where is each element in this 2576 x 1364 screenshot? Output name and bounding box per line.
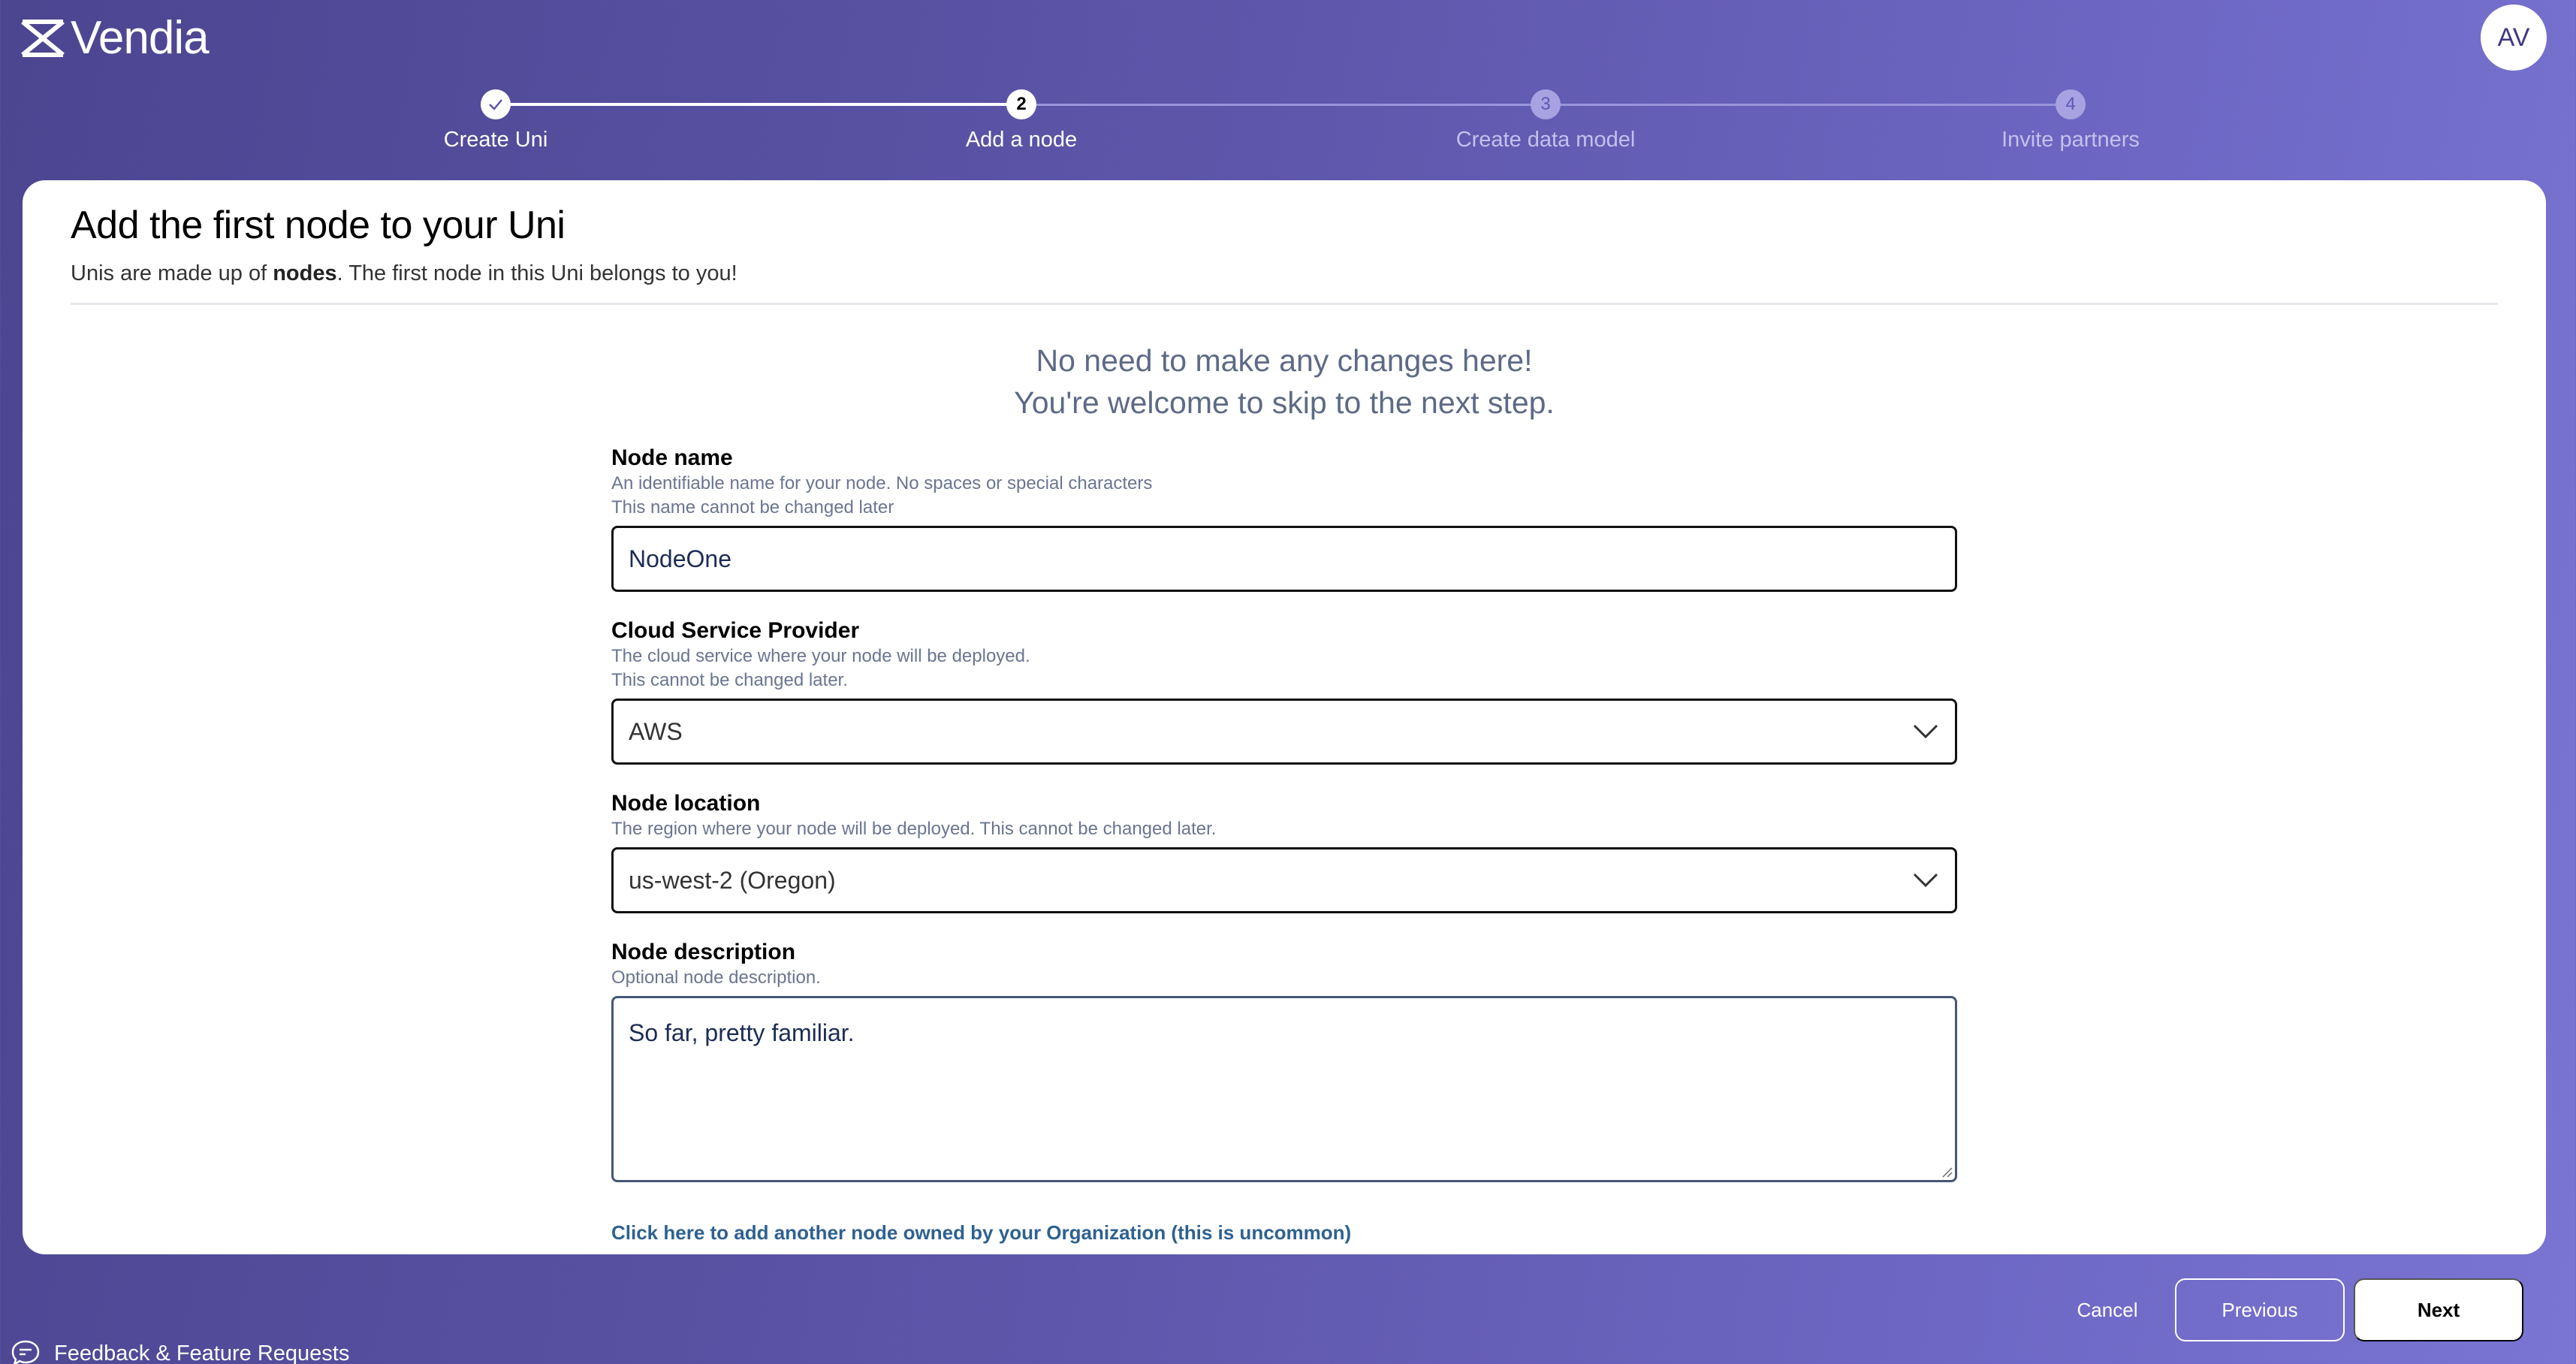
step-connector-complete: [496, 103, 1021, 106]
notice-line-2: You're welcome to skip to the next step.: [1014, 385, 1555, 420]
resize-handle-icon[interactable]: [1941, 1166, 1953, 1178]
main-card: Add the first node to your Uni Unis are …: [23, 180, 2546, 1254]
cloud-provider-select[interactable]: AWS: [611, 699, 1957, 765]
step-3-indicator: 3: [1531, 89, 1561, 119]
step-2-indicator: 2: [1006, 89, 1036, 119]
chat-bubble-icon: [11, 1340, 40, 1364]
add-another-node-link[interactable]: Click here to add another node owned by …: [611, 1221, 1351, 1245]
step-connector-pending: [1546, 104, 2071, 106]
node-location-value: us-west-2 (Oregon): [629, 866, 836, 894]
chevron-down-icon: [1913, 873, 1938, 888]
page-subtitle: Unis are made up of nodes. The first nod…: [71, 261, 738, 286]
check-icon: [489, 99, 502, 110]
node-location-field: Node location The region where your node…: [611, 790, 1957, 913]
node-description-textarea[interactable]: So far, pretty familiar.: [611, 996, 1957, 1182]
node-name-label: Node name: [611, 445, 733, 470]
page-title: Add the first node to your Uni: [71, 204, 566, 247]
previous-button[interactable]: Previous: [2175, 1278, 2345, 1341]
node-name-input[interactable]: NodeOne: [611, 526, 1957, 592]
step-4-label: Invite partners: [2001, 128, 2140, 152]
step-1-label: Create Uni: [443, 128, 548, 152]
node-description-value: So far, pretty familiar.: [629, 1019, 855, 1046]
node-name-field: Node name An identifiable name for your …: [611, 445, 1957, 592]
cancel-button[interactable]: Cancel: [2077, 1278, 2138, 1341]
node-description-field: Node description Optional node descripti…: [611, 939, 1957, 1182]
notice-line-1: No need to make any changes here!: [1036, 343, 1533, 378]
feedback-link[interactable]: Feedback & Feature Requests: [11, 1338, 349, 1364]
node-location-help: The region where your node will be deplo…: [611, 819, 1217, 839]
feedback-label: Feedback & Feature Requests: [54, 1341, 350, 1364]
node-location-label: Node location: [611, 791, 761, 816]
node-location-select[interactable]: us-west-2 (Oregon): [611, 847, 1957, 913]
subtitle-suffix: . The first node in this Uni belongs to …: [336, 261, 738, 285]
header-divider: [71, 303, 2498, 305]
node-name-help-2: This name cannot be changed later: [611, 497, 894, 518]
node-form: Node name An identifiable name for your …: [611, 445, 1957, 1182]
next-button[interactable]: Next: [2354, 1278, 2523, 1341]
step-4-indicator: 4: [2056, 89, 2086, 119]
node-name-help-1: An identifiable name for your node. No s…: [611, 473, 1153, 493]
cloud-provider-field: Cloud Service Provider The cloud service…: [611, 617, 1957, 765]
step-2-label: Add a node: [965, 128, 1078, 152]
subtitle-prefix: Unis are made up of: [71, 261, 273, 285]
cloud-provider-help-2: This cannot be changed later.: [611, 670, 848, 690]
cloud-provider-help-1: The cloud service where your node will b…: [611, 646, 1030, 666]
step-3-label: Create data model: [1455, 128, 1636, 152]
step-1-indicator: [481, 89, 511, 119]
cloud-provider-value: AWS: [629, 717, 683, 745]
cloud-provider-label: Cloud Service Provider: [611, 618, 860, 643]
subtitle-bold: nodes: [273, 261, 337, 285]
node-description-label: Node description: [611, 940, 796, 964]
step-connector-pending: [1021, 104, 1546, 106]
skip-notice: No need to make any changes here! You're…: [23, 339, 2546, 424]
progress-stepper: 2 3 4 Create Uni Add a node Create data …: [0, 0, 2576, 165]
chevron-down-icon: [1913, 724, 1938, 739]
node-description-help: Optional node description.: [611, 967, 821, 988]
